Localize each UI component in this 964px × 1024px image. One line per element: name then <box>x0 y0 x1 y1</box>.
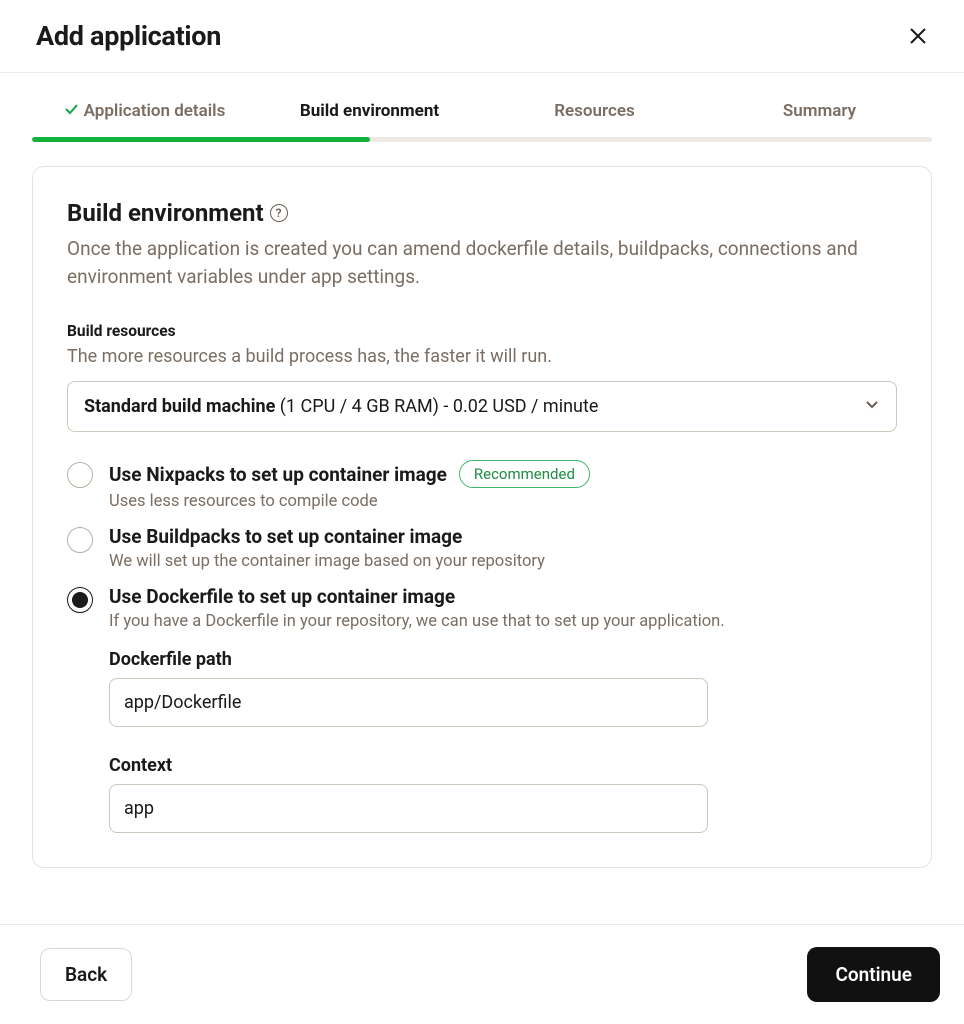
build-machine-detail: (1 CPU / 4 GB RAM) - 0.02 USD / minute <box>280 396 599 417</box>
context-label: Context <box>109 755 897 776</box>
page-title: Add application <box>36 20 221 52</box>
dockerfile-path-label: Dockerfile path <box>109 649 897 670</box>
option-nixpacks[interactable]: Use Nixpacks to set up container image R… <box>67 460 897 511</box>
option-dockerfile-sub: If you have a Dockerfile in your reposit… <box>109 612 897 631</box>
option-nixpacks-title: Use Nixpacks to set up container image <box>109 463 447 486</box>
stepper-item-resources[interactable]: Resources <box>482 101 707 135</box>
stepper-label: Summary <box>783 101 856 121</box>
radio-dockerfile[interactable] <box>67 587 93 613</box>
radio-buildpacks[interactable] <box>67 527 93 553</box>
stepper: Application details Build environment Re… <box>32 101 932 135</box>
context-input[interactable] <box>109 784 708 833</box>
close-button[interactable] <box>908 26 928 46</box>
continue-button[interactable]: Continue <box>807 947 940 1002</box>
build-resources-label: Build resources <box>67 322 897 340</box>
option-dockerfile-title: Use Dockerfile to set up container image <box>109 585 455 608</box>
stepper-label: Build environment <box>300 101 439 121</box>
option-buildpacks-title: Use Buildpacks to set up container image <box>109 525 462 548</box>
dialog-header: Add application <box>0 0 964 73</box>
build-machine-select[interactable]: Standard build machine (1 CPU / 4 GB RAM… <box>67 381 897 432</box>
radio-nixpacks[interactable] <box>67 462 93 488</box>
container-setup-options: Use Nixpacks to set up container image R… <box>67 460 897 833</box>
section-title: Build environment ? <box>67 199 897 227</box>
option-buildpacks-sub: We will set up the container image based… <box>109 552 897 571</box>
section-title-text: Build environment <box>67 199 264 227</box>
recommended-badge: Recommended <box>459 460 590 488</box>
build-resources-description: The more resources a build process has, … <box>67 346 897 367</box>
stepper-item-application-details[interactable]: Application details <box>32 101 257 135</box>
stepper-label: Resources <box>554 101 635 121</box>
build-environment-card: Build environment ? Once the application… <box>32 166 932 868</box>
check-icon <box>64 102 78 120</box>
help-icon[interactable]: ? <box>270 204 288 222</box>
stepper-progress-fill <box>32 137 370 142</box>
build-machine-value: Standard build machine (1 CPU / 4 GB RAM… <box>84 396 598 417</box>
build-machine-name: Standard build machine <box>84 396 275 417</box>
close-icon <box>908 26 928 46</box>
section-description: Once the application is created you can … <box>67 235 897 290</box>
stepper-label: Application details <box>84 101 226 121</box>
option-nixpacks-sub: Uses less resources to compile code <box>109 492 897 511</box>
dockerfile-form: Dockerfile path Context <box>109 649 897 833</box>
footer: Back Continue <box>0 924 964 1024</box>
dockerfile-path-input[interactable] <box>109 678 708 727</box>
stepper-progress <box>32 137 932 142</box>
stepper-item-summary[interactable]: Summary <box>707 101 932 135</box>
chevron-down-icon <box>864 396 880 417</box>
option-buildpacks[interactable]: Use Buildpacks to set up container image… <box>67 525 897 571</box>
stepper-item-build-environment[interactable]: Build environment <box>257 101 482 135</box>
option-dockerfile[interactable]: Use Dockerfile to set up container image… <box>67 585 897 631</box>
back-button[interactable]: Back <box>40 948 132 1001</box>
